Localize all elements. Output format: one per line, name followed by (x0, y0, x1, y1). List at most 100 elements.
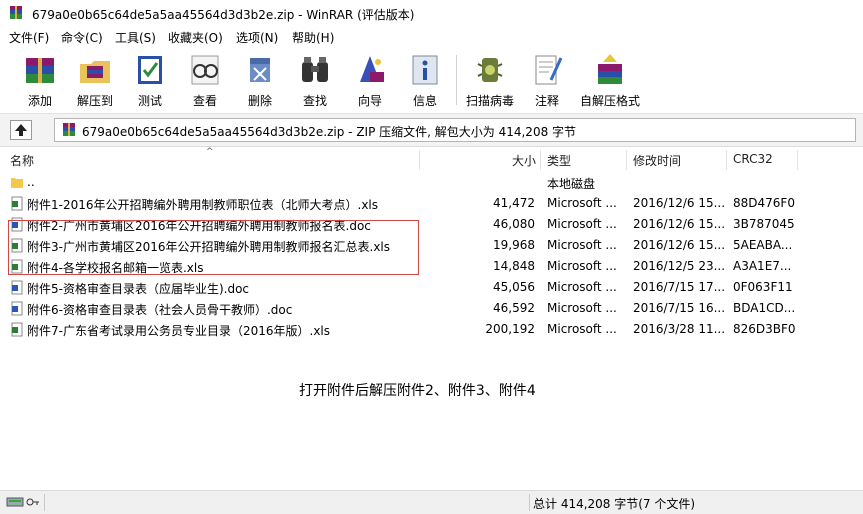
toolbar-separator (456, 55, 457, 105)
file-row[interactable]: 附件4-各学校报名邮箱一览表.xls 14,848 Microsoft ... … (0, 256, 863, 277)
file-modified: 2016/12/6 15... (633, 196, 725, 210)
test-button[interactable]: 测试 (124, 49, 176, 109)
drive-key-icon (6, 497, 39, 507)
column-divider[interactable] (726, 150, 727, 170)
menu-favorites[interactable]: 收藏夹(O) (168, 29, 223, 46)
file-row[interactable]: 附件7-广东省考试录用公务员专业目录（2016年版）.xls 200,192 M… (0, 319, 863, 340)
file-type: Microsoft ... (547, 301, 617, 315)
file-modified: 2016/7/15 16... (633, 301, 725, 315)
file-row-parent[interactable]: .. 本地磁盘 (0, 172, 863, 193)
file-size: 46,592 (493, 301, 535, 315)
menu-options[interactable]: 选项(N) (236, 29, 278, 46)
file-crc: BDA1CD... (733, 301, 795, 315)
file-name: 附件6-资格审查目录表（社会人员骨干教师）.doc (27, 303, 293, 317)
file-type: Microsoft ... (547, 280, 617, 294)
comment-icon (535, 55, 563, 85)
extract-to-button[interactable]: 解压到 (69, 49, 121, 109)
title-bar: 679a0e0b65c64de5a5aa45564d3d3b2e.zip - W… (0, 0, 863, 26)
file-size: 45,056 (493, 280, 535, 294)
file-crc: 5AEABA... (733, 238, 793, 252)
xls-file-icon (11, 196, 23, 211)
column-divider[interactable] (540, 150, 541, 170)
extract-folder-icon (80, 61, 110, 83)
up-folder-button[interactable] (10, 120, 32, 140)
virus-scan-button[interactable]: 扫描病毒 (464, 49, 516, 109)
sfx-button[interactable]: 自解压格式 (580, 49, 640, 109)
file-name: 附件3-广州市黄埔区2016年公开招聘编外聘用制教师报名汇总表.xls (27, 240, 391, 254)
add-books-icon (26, 58, 54, 83)
winrar-app-icon (10, 6, 22, 19)
column-divider[interactable] (626, 150, 627, 170)
file-modified: 2016/7/15 17... (633, 280, 725, 294)
menu-file[interactable]: 文件(F) (9, 29, 49, 46)
up-arrow-icon (15, 124, 27, 136)
wizard-icon (360, 56, 384, 82)
address-text: 679a0e0b65c64de5a5aa45564d3d3b2e.zip - Z… (82, 125, 577, 139)
column-name-header[interactable]: 名称 (10, 152, 34, 169)
sfx-icon (598, 54, 622, 84)
file-name: 附件4-各学校报名邮箱一览表.xls (27, 261, 204, 275)
file-row[interactable]: 附件5-资格审查目录表（应届毕业生).doc 45,056 Microsoft … (0, 277, 863, 298)
status-total: 总计 414,208 字节(7 个文件) (533, 497, 696, 511)
file-size: 200,192 (485, 322, 535, 336)
menu-bar: 文件(F) 命令(C) 工具(S) 收藏夹(O) 选项(N) 帮助(H) (0, 26, 863, 47)
address-bar: 679a0e0b65c64de5a5aa45564d3d3b2e.zip - Z… (0, 114, 863, 147)
column-modified-header[interactable]: 修改时间 (633, 152, 681, 169)
wizard-button[interactable]: 向导 (344, 49, 396, 109)
info-label: 信息 (412, 94, 437, 108)
test-icon (138, 56, 162, 84)
file-row[interactable]: 附件6-资格审查目录表（社会人员骨干教师）.doc 46,592 Microso… (0, 298, 863, 319)
menu-help[interactable]: 帮助(H) (292, 29, 334, 46)
info-button[interactable]: 信息 (399, 49, 451, 109)
file-crc: A3A1E7... (733, 259, 792, 273)
status-bar: 总计 414,208 字节(7 个文件) (0, 490, 863, 514)
file-type: Microsoft ... (547, 217, 617, 231)
status-separator (44, 494, 45, 511)
status-separator (529, 494, 530, 511)
column-header-row: ^ 名称 大小 类型 修改时间 CRC32 (0, 147, 863, 172)
file-row[interactable]: 附件2-广州市黄埔区2016年公开招聘编外聘用制教师报名表.doc 46,080… (0, 214, 863, 235)
delete-button[interactable]: 删除 (234, 49, 286, 109)
file-type: Microsoft ... (547, 238, 617, 252)
virus-scan-label: 扫描病毒 (465, 94, 514, 108)
file-size: 41,472 (493, 196, 535, 210)
virus-scan-icon (477, 58, 503, 82)
file-type: 本地磁盘 (547, 177, 596, 191)
xls-file-icon (11, 322, 23, 337)
add-button[interactable]: 添加 (14, 49, 66, 109)
file-modified: 2016/3/28 11... (633, 322, 725, 336)
file-crc: 0F063F11 (733, 280, 793, 294)
menu-tools[interactable]: 工具(S) (115, 29, 156, 46)
column-type-header[interactable]: 类型 (547, 152, 571, 169)
file-row[interactable]: 附件3-广州市黄埔区2016年公开招聘编外聘用制教师报名汇总表.xls 19,9… (0, 235, 863, 256)
column-size-header[interactable]: 大小 (512, 152, 536, 169)
file-modified: 2016/12/6 15... (633, 217, 725, 231)
view-button[interactable]: 查看 (179, 49, 231, 109)
file-name: 附件1-2016年公开招聘编外聘用制教师职位表（北师大考点）.xls (27, 198, 379, 212)
file-size: 46,080 (493, 217, 535, 231)
menu-command[interactable]: 命令(C) (61, 29, 103, 46)
doc-file-icon (11, 301, 23, 316)
file-crc: 88D476F0 (733, 196, 795, 210)
file-size: 14,848 (493, 259, 535, 273)
file-modified: 2016/12/6 15... (633, 238, 725, 252)
view-glasses-icon (191, 55, 219, 85)
file-name: 附件7-广东省考试录用公务员专业目录（2016年版）.xls (27, 324, 331, 338)
zip-archive-icon (63, 123, 75, 136)
address-path-field[interactable]: 679a0e0b65c64de5a5aa45564d3d3b2e.zip - Z… (54, 118, 856, 142)
info-icon (412, 55, 438, 85)
sfx-label: 自解压格式 (579, 94, 640, 108)
file-crc: 3B787045 (733, 217, 795, 231)
doc-file-icon (11, 280, 23, 295)
column-crc-header[interactable]: CRC32 (733, 152, 773, 166)
doc-file-icon (11, 217, 23, 232)
column-divider[interactable] (797, 150, 798, 170)
file-row[interactable]: 附件1-2016年公开招聘编外聘用制教师职位表（北师大考点）.xls 41,47… (0, 193, 863, 214)
toolbar: 添加 解压到 测试 查看 删除 查找 向导 信息 扫描病毒 注释 自解压格式 (0, 47, 863, 114)
delete-icon (250, 58, 270, 82)
comment-button[interactable]: 注释 (521, 49, 573, 109)
column-divider[interactable] (419, 150, 420, 170)
find-button[interactable]: 查找 (289, 49, 341, 109)
xls-file-icon (11, 238, 23, 253)
file-type: Microsoft ... (547, 322, 617, 336)
